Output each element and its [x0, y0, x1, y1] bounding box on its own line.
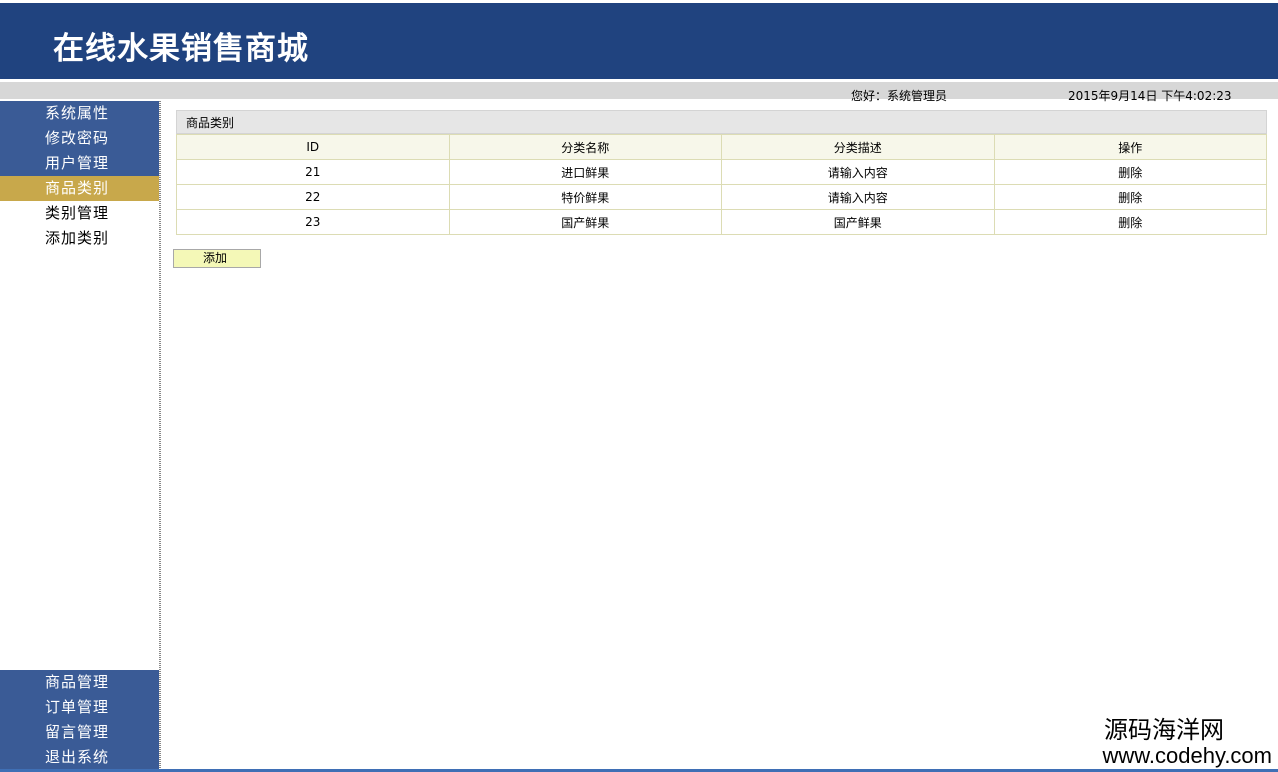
cell-description: 请输入内容	[721, 184, 995, 210]
site-header: 在线水果销售商城	[0, 3, 1278, 79]
cell-id: 21	[176, 159, 450, 185]
column-header-name: 分类名称	[448, 134, 722, 160]
table-row: 21 进口鲜果 请输入内容 删除	[176, 159, 1267, 185]
column-header-id: ID	[176, 134, 450, 160]
sidebar: 系统属性 修改密码 用户管理 商品类别 类别管理 添加类别 商品管理 订单管理 …	[0, 101, 159, 772]
watermark: 源码海洋网 www.codehy.com	[1102, 716, 1272, 768]
sidebar-item-change-password[interactable]: 修改密码	[0, 126, 159, 151]
sidebar-item-order-management[interactable]: 订单管理	[0, 695, 159, 720]
sidebar-subitem-category-management[interactable]: 类别管理	[0, 201, 159, 226]
delete-link[interactable]: 删除	[993, 184, 1267, 210]
current-datetime: 2015年9月14日 下午4:02:23	[1068, 89, 1232, 103]
cell-id: 23	[176, 209, 450, 235]
cell-name: 进口鲜果	[448, 159, 722, 185]
sidebar-item-message-management[interactable]: 留言管理	[0, 720, 159, 745]
main-content: 商品类别 ID 分类名称 分类描述 操作 21 进口鲜果 请输入内容 删除 22…	[176, 110, 1267, 235]
site-title: 在线水果销售商城	[53, 31, 309, 67]
sidebar-item-user-management[interactable]: 用户管理	[0, 151, 159, 176]
delete-link[interactable]: 删除	[993, 209, 1267, 235]
cell-id: 22	[176, 184, 450, 210]
info-bar: 您好：系统管理员 2015年9月14日 下午4:02:23	[0, 82, 1278, 103]
user-greeting: 您好：系统管理员	[851, 89, 948, 103]
column-header-description: 分类描述	[721, 134, 995, 160]
sidebar-divider	[159, 101, 161, 772]
cell-name: 国产鲜果	[448, 209, 722, 235]
delete-link[interactable]: 删除	[993, 159, 1267, 185]
sidebar-item-logout[interactable]: 退出系统	[0, 745, 159, 770]
cell-description: 请输入内容	[721, 159, 995, 185]
table-row: 22 特价鲜果 请输入内容 删除	[176, 184, 1267, 210]
table-row: 23 国产鲜果 国产鲜果 删除	[176, 209, 1267, 235]
column-header-action: 操作	[993, 134, 1267, 160]
sidebar-subitem-add-category[interactable]: 添加类别	[0, 226, 159, 251]
sidebar-item-product-category[interactable]: 商品类别	[0, 176, 159, 201]
cell-description: 国产鲜果	[721, 209, 995, 235]
cell-name: 特价鲜果	[448, 184, 722, 210]
table-header-row: ID 分类名称 分类描述 操作	[176, 134, 1267, 160]
watermark-url: www.codehy.com	[1102, 743, 1272, 768]
sidebar-item-product-management[interactable]: 商品管理	[0, 670, 159, 695]
panel-title: 商品类别	[176, 110, 1267, 134]
add-category-button[interactable]: 添加	[173, 249, 261, 268]
watermark-site-name: 源码海洋网	[1104, 716, 1224, 744]
category-table: ID 分类名称 分类描述 操作 21 进口鲜果 请输入内容 删除 22 特价鲜果…	[176, 134, 1267, 235]
sidebar-item-system-properties[interactable]: 系统属性	[0, 101, 159, 126]
